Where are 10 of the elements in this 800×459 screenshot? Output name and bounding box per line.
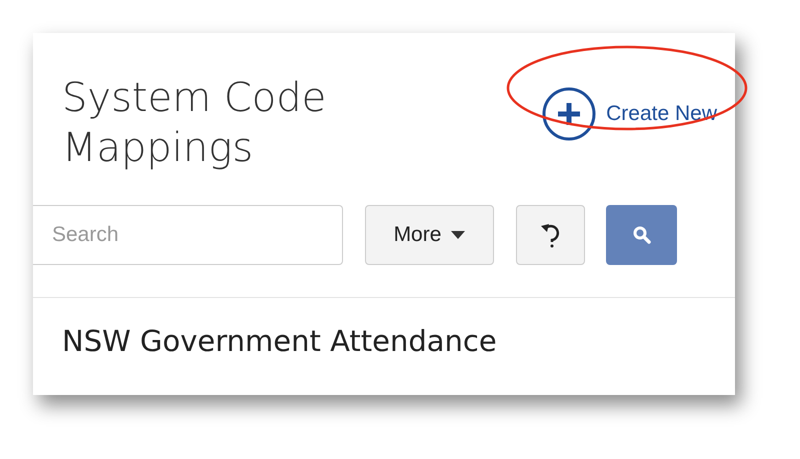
list-item[interactable]: NSW Government Attendance [62,324,497,358]
undo-icon [540,222,562,248]
search-button[interactable] [606,205,677,265]
plus-icon [542,87,596,141]
search-icon [632,226,650,244]
reset-button[interactable] [516,205,585,265]
more-button[interactable]: More [365,205,494,265]
page-title: System Code Mappings [62,74,328,173]
search-field[interactable]: Search [33,205,343,265]
caret-icon [451,231,466,239]
